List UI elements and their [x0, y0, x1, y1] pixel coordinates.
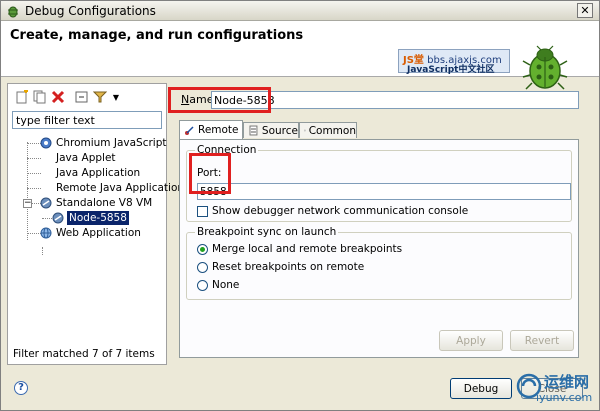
header-title: Create, manage, and run configurations: [10, 28, 304, 43]
tree-item-remote-java-application[interactable]: Remote Java Application: [40, 181, 184, 195]
tree-item-label: Chromium JavaScript: [56, 137, 167, 149]
port-highlight-box: [189, 153, 231, 194]
breakpoint-sync-title: Breakpoint sync on launch: [195, 226, 339, 238]
reset-breakpoints-option[interactable]: Reset breakpoints on remote: [197, 261, 364, 273]
tree-item-web-application[interactable]: Web Application: [40, 226, 165, 240]
revert-button[interactable]: Revert: [510, 330, 574, 351]
config-tree: Chromium JavaScript Java Applet Java App…: [12, 136, 184, 336]
banner-tagline: JavaScript中文社区: [407, 65, 495, 75]
show-console-checkbox[interactable]: [197, 205, 208, 217]
tab-source[interactable]: Source: [243, 122, 299, 138]
merge-breakpoints-option[interactable]: Merge local and remote breakpoints: [197, 243, 402, 255]
new-config-icon[interactable]: [14, 89, 30, 105]
filter-status: Filter matched 7 of 7 items: [13, 348, 155, 360]
v8-vm-icon: [40, 197, 52, 209]
none-radio[interactable]: [197, 279, 208, 291]
debug-configurations-dialog: Debug Configurations ✕ Create, manage, a…: [0, 0, 600, 411]
filter-icon[interactable]: [92, 89, 108, 105]
merge-breakpoints-radio[interactable]: [197, 243, 208, 255]
help-icon[interactable]: ?: [14, 381, 28, 395]
apply-button[interactable]: Apply: [439, 330, 503, 351]
config-tabs: Remote Source Common: [179, 120, 579, 140]
tree-item-label: Java Applet: [56, 152, 116, 164]
watermark-text: 运维网: [544, 373, 590, 391]
tree-item-java-application[interactable]: Java Application: [40, 166, 165, 180]
source-icon: [249, 125, 258, 136]
tree-item-label: Node-5858: [67, 211, 129, 225]
dropdown-arrow-icon[interactable]: ▼: [108, 89, 124, 105]
filter-input[interactable]: [12, 111, 162, 129]
tree-item-java-applet[interactable]: Java Applet: [40, 151, 165, 165]
window-close-button[interactable]: ✕: [577, 3, 593, 18]
tree-item-label: Remote Java Application: [56, 182, 185, 194]
debug-bug-icon: [8, 6, 18, 18]
config-editor-panel: Name: Remote Source Common Connection Po…: [168, 83, 595, 365]
remote-icon: [185, 125, 194, 135]
delete-icon[interactable]: [50, 89, 66, 105]
connection-group: Connection Port: Show debugger network c…: [186, 144, 572, 222]
reset-breakpoints-radio[interactable]: [197, 261, 208, 273]
none-option[interactable]: None: [197, 279, 239, 291]
watermark-url: iyunv.com: [536, 391, 593, 404]
chromium-icon: [40, 137, 52, 149]
debug-button[interactable]: Debug: [450, 378, 512, 399]
port-input[interactable]: [197, 183, 571, 200]
show-console-label: Show debugger network communication cons…: [212, 205, 469, 217]
common-icon: [304, 129, 306, 132]
config-toolbar: ▼: [12, 88, 162, 108]
tree-item-standalone-v8-vm[interactable]: Standalone V8 VM: [40, 196, 165, 210]
tree-item-label: Standalone V8 VM: [56, 197, 153, 209]
collapse-all-icon[interactable]: [74, 89, 90, 105]
breakpoint-sync-group: Breakpoint sync on launch Merge local an…: [186, 226, 572, 300]
duplicate-icon[interactable]: [32, 89, 48, 105]
globe-icon: [40, 227, 52, 239]
collapse-toggle-icon[interactable]: −: [23, 199, 32, 208]
tab-common[interactable]: Common: [299, 122, 357, 138]
tab-remote[interactable]: Remote: [179, 120, 243, 139]
node-config-icon: [52, 212, 64, 224]
name-highlight-box: [168, 87, 271, 113]
tree-item-label: Java Application: [56, 167, 141, 179]
remote-tab-panel: Connection Port: Show debugger network c…: [179, 139, 579, 358]
watermark: 运维网 iyunv.com: [514, 369, 598, 409]
tree-item-label: Web Application: [56, 227, 141, 239]
show-console-row[interactable]: Show debugger network communication cons…: [197, 205, 468, 217]
banner-ad[interactable]: JS堂 bbs.ajaxjs.com JavaScript中文社区: [398, 49, 510, 75]
tree-item-chromium-javascript[interactable]: Chromium JavaScript: [40, 136, 167, 150]
title-bar: Debug Configurations ✕: [1, 1, 599, 21]
window-title: Debug Configurations: [25, 4, 156, 18]
header-area: Create, manage, and run configurations J…: [1, 21, 599, 90]
tree-item-node-5858[interactable]: Node-5858: [52, 211, 162, 225]
config-list-panel: ▼ Chromium JavaScript Java Applet Java A…: [7, 83, 184, 365]
